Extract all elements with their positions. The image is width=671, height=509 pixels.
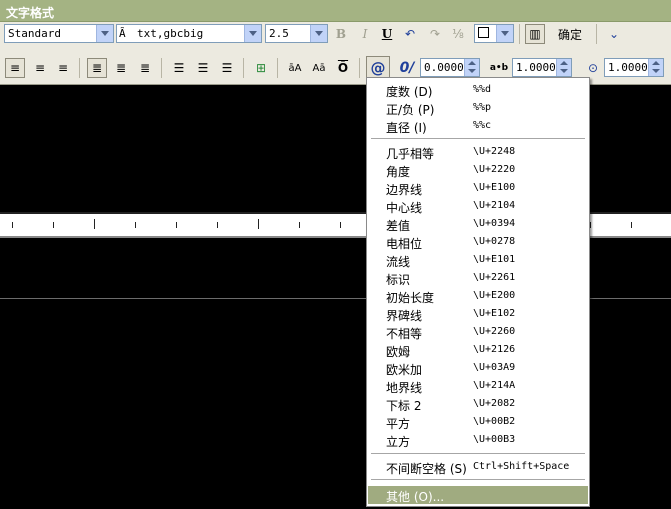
ruler-tick — [340, 222, 341, 228]
ruler-tick — [12, 222, 13, 228]
justify-middle-icon[interactable]: ≣ — [111, 58, 131, 78]
width-factor-input[interactable]: 1.0000 — [604, 58, 664, 77]
undo-icon[interactable]: ↶ — [400, 24, 420, 44]
ruler-tick — [299, 222, 300, 228]
ruler-tick — [258, 219, 259, 229]
font-dropdown[interactable]: Ȃ txt,gbcbig — [116, 24, 262, 43]
uppercase-button[interactable]: āA — [285, 58, 305, 78]
menu-item-omega[interactable]: 欧米加 \U+03A9 — [368, 359, 588, 377]
menu-item-monument-line[interactable]: 界碑线 \U+E102 — [368, 305, 588, 323]
spinner-arrows-icon[interactable] — [464, 59, 479, 76]
menu-item-not-equal[interactable]: 不相等 \U+2260 — [368, 323, 588, 341]
text-height-value: 2.5 — [269, 27, 289, 40]
menu-item-squared[interactable]: 平方 \U+00B2 — [368, 413, 588, 431]
bullet-list-icon[interactable]: ☰ — [193, 58, 213, 78]
menu-item-subscript-2[interactable]: 下标 2 \U+2082 — [368, 395, 588, 413]
menu-item-flow-line[interactable]: 流线 \U+E101 — [368, 251, 588, 269]
ok-button[interactable]: 确定 — [553, 24, 587, 44]
chevron-down-icon[interactable] — [244, 25, 261, 42]
lowercase-button[interactable]: Aā — [309, 58, 329, 78]
oblique-angle-value: 0.0000 — [424, 61, 464, 74]
italic-button[interactable]: I — [355, 24, 375, 44]
separator — [596, 24, 597, 44]
tracking-input[interactable]: 1.0000 — [512, 58, 572, 77]
menu-item-degrees[interactable]: 度数 (D) %%d — [368, 81, 588, 99]
style-value: Standard — [8, 27, 61, 40]
toolbar-titlebar[interactable]: 文字格式 — [0, 0, 671, 22]
font-type-icon: Ȃ — [119, 27, 126, 40]
color-swatch — [478, 27, 489, 38]
overline-icon[interactable]: Ō — [333, 58, 353, 78]
insert-field-icon[interactable]: ⊞ — [251, 58, 271, 78]
color-dropdown[interactable] — [474, 24, 514, 43]
menu-item-plus-minus[interactable]: 正/负 (P) %%p — [368, 99, 588, 117]
separator — [79, 58, 80, 78]
chevron-down-icon[interactable] — [496, 25, 513, 42]
menu-item-almost-equal[interactable]: 几乎相等 \U+2248 — [368, 143, 588, 161]
spinner-arrows-icon[interactable] — [556, 59, 571, 76]
menu-item-property-line[interactable]: 地界线 \U+214A — [368, 377, 588, 395]
lettered-list-icon[interactable]: ☰ — [217, 58, 237, 78]
menu-separator — [371, 138, 585, 139]
numbered-list-icon[interactable]: ☰ — [169, 58, 189, 78]
menu-item-identity[interactable]: 标识 \U+2261 — [368, 269, 588, 287]
tracking-value: 1.0000 — [516, 61, 556, 74]
oblique-angle-input[interactable]: 0.0000 — [420, 58, 480, 77]
menu-item-boundary-line[interactable]: 边界线 \U+E100 — [368, 179, 588, 197]
bold-button[interactable]: B — [331, 24, 351, 44]
ruler-tick — [53, 222, 54, 228]
ruler-tick — [217, 222, 218, 228]
menu-item-cubed[interactable]: 立方 \U+00B3 — [368, 431, 588, 449]
chevron-down-icon[interactable] — [96, 25, 113, 42]
menu-item-diameter[interactable]: 直径 (I) %%c — [368, 117, 588, 135]
toolbar-row-1: Standard Ȃ txt,gbcbig 2.5 B I U ↶ ↷ ⅛ ▥ … — [0, 24, 671, 48]
stack-icon[interactable]: ⅛ — [448, 24, 468, 44]
chevron-down-icon[interactable] — [310, 25, 327, 42]
ruler-tick — [590, 222, 591, 228]
style-dropdown[interactable]: Standard — [4, 24, 114, 43]
tracking-icon: a•b — [489, 63, 509, 73]
align-left-icon[interactable]: ≡ — [5, 58, 25, 78]
toolbar-title: 文字格式 — [6, 6, 55, 20]
separator — [519, 24, 520, 44]
text-height-dropdown[interactable]: 2.5 — [265, 24, 328, 43]
menu-item-non-breaking-space[interactable]: 不间断空格 (S) Ctrl+Shift+Space — [368, 458, 588, 476]
justify-top-icon[interactable]: ≣ — [87, 58, 107, 78]
align-center-icon[interactable]: ≡ — [30, 58, 50, 78]
width-factor-value: 1.0000 — [608, 61, 648, 74]
text-format-toolbar: 文字格式 Standard Ȃ txt,gbcbig 2.5 B I U ↶ ↷… — [0, 0, 671, 85]
separator — [277, 58, 278, 78]
menu-item-delta[interactable]: 差值 \U+0394 — [368, 215, 588, 233]
menu-item-ohm[interactable]: 欧姆 \U+2126 — [368, 341, 588, 359]
ruler-tick — [631, 222, 632, 228]
font-value: txt,gbcbig — [137, 27, 204, 40]
menu-item-electrical-phase[interactable]: 电相位 \U+0278 — [368, 233, 588, 251]
separator — [243, 58, 244, 78]
symbol-menu: 度数 (D) %%d 正/负 (P) %%p 直径 (I) %%c 几乎相等 \U+22… — [366, 77, 590, 507]
oblique-angle-icon: 0/ — [399, 60, 415, 76]
menu-item-centerline[interactable]: 中心线 \U+2104 — [368, 197, 588, 215]
separator — [161, 58, 162, 78]
options-chevron-icon[interactable]: ⌄ — [604, 24, 624, 44]
ruler-tick — [135, 222, 136, 228]
separator — [359, 58, 360, 78]
menu-item-initial-length[interactable]: 初始长度 \U+E200 — [368, 287, 588, 305]
width-factor-icon: ⊙ — [587, 61, 599, 75]
ruler-tick — [94, 219, 95, 229]
menu-item-other[interactable]: 其他 (O)... — [368, 486, 588, 504]
spinner-arrows-icon[interactable] — [648, 59, 663, 76]
menu-separator — [371, 479, 585, 480]
ruler-toggle-icon[interactable]: ▥ — [525, 24, 545, 44]
align-right-icon[interactable]: ≡ — [53, 58, 73, 78]
underline-button[interactable]: U — [377, 24, 397, 44]
redo-icon[interactable]: ↷ — [425, 24, 445, 44]
ruler-tick — [176, 222, 177, 228]
menu-separator — [371, 453, 585, 454]
justify-bottom-icon[interactable]: ≣ — [135, 58, 155, 78]
menu-item-angle[interactable]: 角度 \U+2220 — [368, 161, 588, 179]
